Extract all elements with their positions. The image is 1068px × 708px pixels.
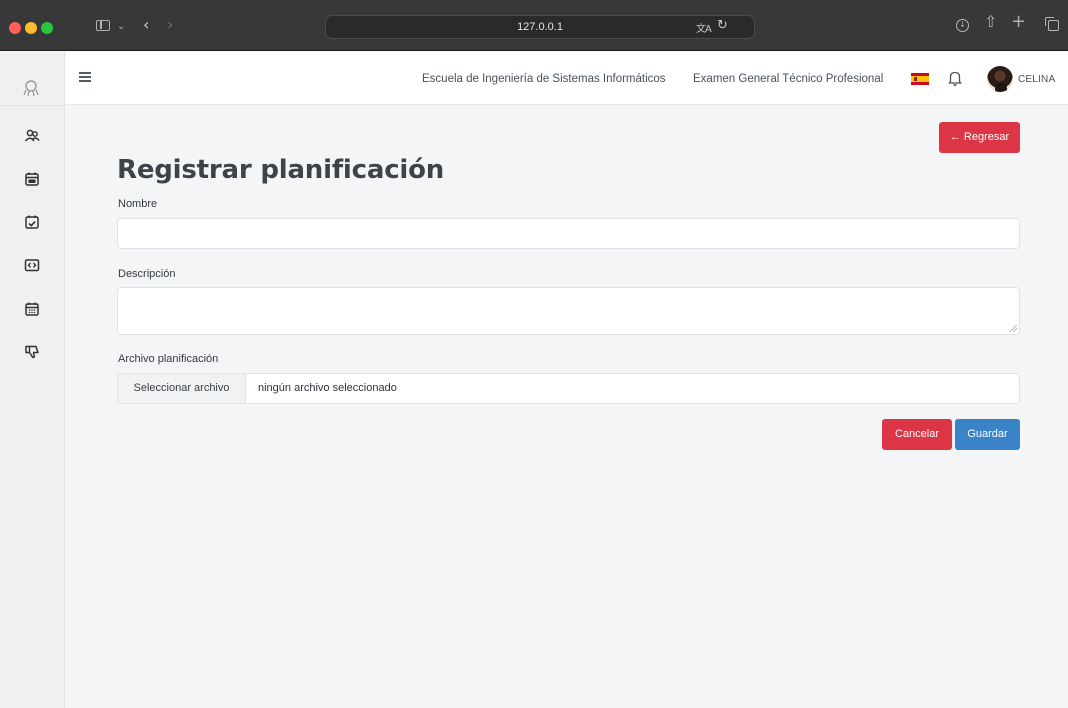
code-icon[interactable] xyxy=(23,256,41,274)
sidebar xyxy=(0,52,65,708)
forward-arrow-icon[interactable]: › xyxy=(167,17,173,33)
cancel-button[interactable]: Cancelar xyxy=(882,419,952,450)
users-icon[interactable] xyxy=(23,127,41,145)
choose-file-button[interactable]: Seleccionar archivo xyxy=(118,374,246,403)
back-arrow-icon[interactable]: ‹ xyxy=(143,17,149,33)
file-label: Archivo planificación xyxy=(118,353,219,365)
calendar-grid-icon[interactable] xyxy=(23,300,41,318)
description-textarea[interactable] xyxy=(117,287,1020,335)
resize-handle-icon[interactable] xyxy=(1010,325,1017,332)
save-button[interactable]: Guardar xyxy=(955,419,1020,450)
exam-link[interactable]: Examen General Técnico Profesional xyxy=(693,73,883,85)
tabs-icon[interactable] xyxy=(1045,17,1059,31)
description-label: Descripción xyxy=(118,268,176,280)
minimize-window-button[interactable] xyxy=(25,22,37,34)
back-button[interactable]: ← Regresar xyxy=(939,122,1020,153)
url-text: 127.0.0.1 xyxy=(517,21,563,33)
plus-icon[interactable]: + xyxy=(1011,13,1026,31)
calendar-icon[interactable] xyxy=(23,170,41,188)
user-name[interactable]: CELINA xyxy=(1018,74,1055,85)
translate-icon[interactable]: 文A xyxy=(696,20,712,35)
thumbs-down-icon[interactable] xyxy=(23,343,41,361)
top-navbar: Escuela de Ingeniería de Sistemas Inform… xyxy=(65,52,1068,105)
file-input[interactable]: Seleccionar archivo ningún archivo selec… xyxy=(117,373,1020,404)
browser-titlebar: ⌄ ‹ › 127.0.0.1 文A ↻ ↓ ⇧ + xyxy=(0,0,1068,51)
name-input[interactable] xyxy=(117,218,1020,249)
calendar-check-icon[interactable] xyxy=(23,213,41,231)
school-link[interactable]: Escuela de Ingeniería de Sistemas Inform… xyxy=(422,73,666,85)
chevron-down-icon[interactable]: ⌄ xyxy=(117,20,125,34)
zoom-window-button[interactable] xyxy=(41,22,53,34)
name-label: Nombre xyxy=(118,198,158,210)
page-title: Registrar planificación xyxy=(117,155,445,185)
sidebar-icon[interactable] xyxy=(96,20,110,31)
sidebar-divider xyxy=(0,105,65,106)
reload-icon[interactable]: ↻ xyxy=(717,18,728,33)
spain-flag-icon[interactable] xyxy=(911,73,929,85)
download-icon[interactable]: ↓ xyxy=(956,19,969,32)
bell-icon[interactable] xyxy=(947,69,963,87)
file-status: ningún archivo seleccionado xyxy=(258,382,397,394)
avatar[interactable] xyxy=(987,66,1013,92)
address-bar[interactable]: 127.0.0.1 xyxy=(325,15,755,39)
rocket-icon[interactable] xyxy=(21,78,41,98)
close-window-button[interactable] xyxy=(9,22,21,34)
share-icon[interactable]: ⇧ xyxy=(984,14,997,30)
hamburger-icon[interactable] xyxy=(79,72,91,82)
